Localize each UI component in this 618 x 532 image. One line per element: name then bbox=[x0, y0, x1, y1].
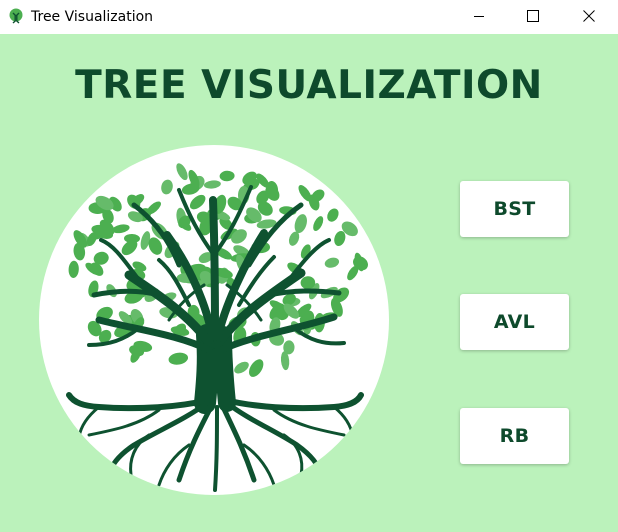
close-button[interactable] bbox=[566, 0, 612, 32]
bst-button[interactable]: BST bbox=[460, 181, 569, 237]
page-title: TREE VISUALIZATION bbox=[75, 63, 543, 108]
app-window: Tree Visualization TREE VISUALIZATION BS… bbox=[0, 0, 618, 532]
rb-button[interactable]: RB bbox=[460, 408, 569, 464]
leaf-shape bbox=[313, 216, 324, 232]
close-icon bbox=[583, 10, 595, 22]
leaf-shape bbox=[294, 214, 307, 234]
leaf-shape bbox=[203, 180, 221, 189]
tree-of-life-icon bbox=[66, 163, 368, 492]
leaf-shape bbox=[249, 359, 264, 377]
tree-logo bbox=[39, 145, 389, 495]
leaf-shape bbox=[219, 170, 235, 182]
title-bar[interactable]: Tree Visualization bbox=[0, 0, 618, 34]
maximize-icon bbox=[527, 10, 539, 22]
leaf-shape bbox=[112, 224, 130, 234]
leaf-shape bbox=[176, 163, 188, 181]
leaf-shape bbox=[168, 352, 189, 365]
minimize-button[interactable] bbox=[456, 0, 502, 32]
leaf-shape bbox=[189, 194, 206, 210]
maximize-button[interactable] bbox=[510, 0, 556, 32]
leaf-shape bbox=[324, 257, 340, 268]
leaf-shape bbox=[68, 260, 79, 278]
app-tree-icon bbox=[8, 8, 24, 24]
window-title: Tree Visualization bbox=[31, 9, 154, 25]
leaf-shape bbox=[124, 233, 140, 244]
leaf-shape bbox=[161, 179, 173, 195]
avl-button[interactable]: AVL bbox=[460, 294, 569, 350]
minimize-icon bbox=[474, 16, 484, 17]
leaf-shape bbox=[327, 208, 339, 222]
leaf-shape bbox=[234, 361, 249, 374]
